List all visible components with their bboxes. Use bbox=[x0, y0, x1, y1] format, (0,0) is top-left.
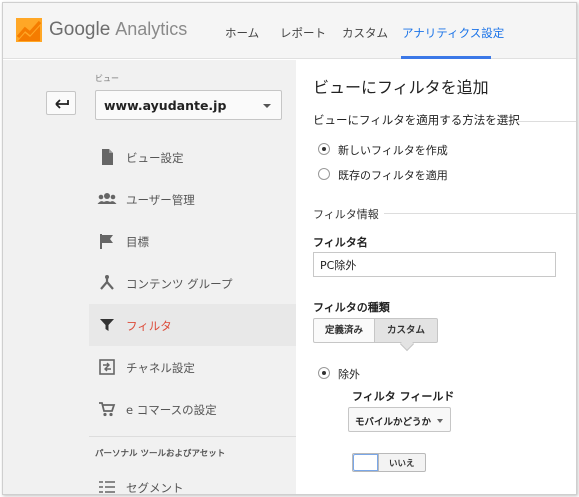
view-selector-value: www.ayudante.jp bbox=[104, 98, 227, 113]
filter-name-label: フィルタ名 bbox=[313, 236, 368, 249]
sidebar-item-label: 目標 bbox=[126, 235, 149, 249]
sidebar-item-user-management[interactable]: ユーザー管理 bbox=[89, 178, 296, 220]
sidebar: ビュー www.ayudante.jp ビュー設定 ユーザー管理 目標 コンテン… bbox=[3, 60, 296, 495]
filter-icon bbox=[100, 319, 114, 331]
yes-no-toggle[interactable]: いいえ bbox=[352, 453, 426, 472]
radio-label: 新しいフィルタを作成 bbox=[338, 144, 448, 157]
analytics-logo-icon bbox=[16, 18, 42, 42]
radio-label: 除外 bbox=[338, 368, 360, 381]
filter-info-title: フィルタ情報 bbox=[313, 208, 379, 221]
page-title: ビューにフィルタを追加 bbox=[313, 78, 489, 97]
nav-analytics-settings[interactable]: アナリティクス設定 bbox=[402, 25, 504, 41]
sidebar-item-label: チャネル設定 bbox=[126, 361, 195, 375]
sidebar-item-segments[interactable]: セグメント bbox=[89, 466, 296, 495]
radio-button[interactable] bbox=[318, 168, 330, 180]
app-window: Google Analytics ホーム レポート カスタム アナリティクス設定 … bbox=[2, 2, 577, 495]
document-icon bbox=[102, 149, 113, 165]
toggle-knob[interactable] bbox=[353, 454, 379, 471]
filter-field-label: フィルタ フィールド bbox=[352, 390, 455, 403]
toggle-label: いいえ bbox=[389, 459, 415, 469]
brand-product: Analytics bbox=[115, 19, 188, 39]
nav-reports[interactable]: レポート bbox=[280, 25, 326, 41]
channel-icon bbox=[99, 359, 115, 375]
nav-home[interactable]: ホーム bbox=[225, 25, 259, 41]
filter-type-label: フィルタの種類 bbox=[313, 301, 390, 314]
sidebar-item-view-settings[interactable]: ビュー設定 bbox=[89, 136, 296, 178]
sidebar-item-label: ビュー設定 bbox=[126, 151, 184, 165]
sidebar-item-filters[interactable]: フィルタ bbox=[89, 304, 296, 346]
content-group-icon bbox=[100, 275, 114, 290]
main-panel: ビューにフィルタを追加 ビューにフィルタを適用する方法を選択 新しいフィルタを作… bbox=[296, 60, 576, 494]
view-label: ビュー bbox=[95, 74, 119, 83]
view-selector[interactable]: www.ayudante.jp bbox=[95, 90, 282, 120]
sidebar-item-label: コンテンツ グループ bbox=[126, 277, 233, 291]
sidebar-item-label: フィルタ bbox=[126, 319, 172, 333]
radio-button-selected[interactable] bbox=[318, 367, 330, 379]
segment-icon bbox=[99, 481, 115, 493]
radio-label: 既存のフィルタを適用 bbox=[338, 169, 448, 182]
users-icon bbox=[97, 193, 117, 204]
dropdown-value: モバイルかどうか bbox=[355, 417, 432, 428]
brand-title: Google Analytics bbox=[49, 19, 187, 41]
sidebar-item-channel-settings[interactable]: チャネル設定 bbox=[89, 346, 296, 388]
back-button[interactable] bbox=[46, 91, 76, 115]
sidebar-item-label: セグメント bbox=[126, 481, 184, 495]
brand-google: Google bbox=[49, 19, 111, 40]
radio-button-selected[interactable] bbox=[318, 143, 330, 155]
sidebar-item-ecommerce[interactable]: e コマースの設定 bbox=[89, 388, 296, 430]
top-header: Google Analytics ホーム レポート カスタム アナリティクス設定 bbox=[3, 3, 576, 59]
sidebar-item-label: e コマースの設定 bbox=[126, 403, 217, 417]
chevron-down-icon bbox=[263, 104, 271, 108]
sidebar-item-goals[interactable]: 目標 bbox=[89, 220, 296, 262]
flag-icon bbox=[100, 234, 113, 249]
filter-field-dropdown[interactable]: モバイルかどうか bbox=[348, 407, 451, 432]
cart-icon bbox=[99, 402, 116, 417]
back-arrow-icon bbox=[55, 99, 69, 109]
section-divider bbox=[384, 213, 576, 214]
sidebar-item-content-group[interactable]: コンテンツ グループ bbox=[89, 262, 296, 304]
filter-name-input[interactable] bbox=[313, 252, 556, 277]
sidebar-item-label: ユーザー管理 bbox=[126, 193, 195, 207]
nav-active-indicator bbox=[401, 56, 491, 59]
chevron-down-icon bbox=[437, 419, 443, 423]
nav-custom[interactable]: カスタム bbox=[342, 25, 388, 41]
sidebar-section-title: パーソナル ツールおよびアセット bbox=[95, 449, 226, 459]
sidebar-divider bbox=[89, 436, 296, 437]
method-section-title: ビューにフィルタを適用する方法を選択 bbox=[313, 113, 520, 127]
tab-predefined[interactable]: 定義済み bbox=[313, 318, 375, 343]
section-divider bbox=[516, 121, 576, 122]
